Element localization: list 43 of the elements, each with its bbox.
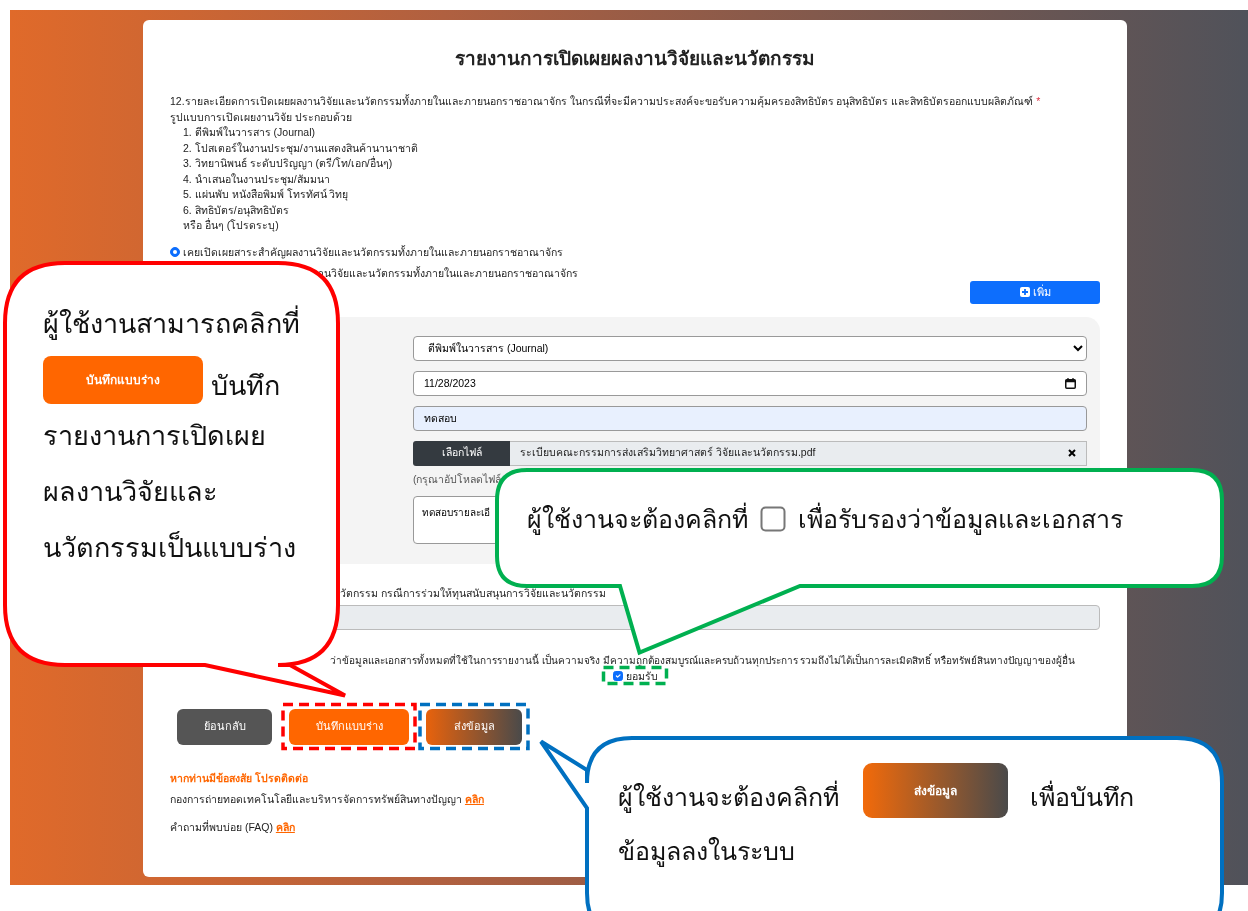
- required-mark: *: [1036, 95, 1041, 107]
- file-name: ระเบียบคณะกรรมการส่งเสริมวิทยาศาสตร์ วิจัยและนวัตกรรม.pdf: [520, 445, 816, 461]
- radio-button[interactable]: [170, 246, 180, 257]
- option-label: านวิจัยและนวัตกรรมทั้งภายในและภายนอกราชอาณาจักร: [318, 265, 579, 281]
- contact-text: กองการถ่ายทอดเทคโนโลยีและบริหารจัดการทรัพย์สินทางปัญญา: [170, 792, 462, 805]
- accept-label: ยอมรับ: [625, 669, 658, 682]
- contact-heading: หากท่านมีข้อสงสัย โปรดติดต่อ: [170, 770, 309, 785]
- calendar-icon[interactable]: [1065, 377, 1076, 389]
- format-item: 5. แผ่นพับ หนังสือพิมพ์ โทรทัศน์ วิทยุ: [182, 187, 350, 203]
- close-icon[interactable]: [1068, 449, 1076, 457]
- intro-text: รูปแบบการเปิดเผยงานวิจัย ประกอบด้วย: [170, 109, 353, 125]
- callout-text: เพื่อรับรองว่าข้อมูลและเอกสาร: [798, 500, 1123, 538]
- option-label: เคยเปิดเผยสาระสำคัญผลงานวิจัยและนวัตกรรมทั้งภายในและภายนอกราชอาณาจักร: [183, 244, 563, 260]
- format-item: หรือ อื่นๆ (โปรดระบุ): [182, 218, 280, 234]
- funding-label: วัตกรรม กรณีการร่วมให้ทุนสนับสนุนการวิจัยและนวัตกรรม: [340, 585, 607, 600]
- submit-button[interactable]: ส่งข้อมูล: [426, 708, 522, 745]
- callout-text: ข้อมูลลงในระบบ: [618, 836, 796, 869]
- format-item: 6. สิทธิบัตร/อนุสิทธิบัตร: [182, 202, 290, 218]
- checkbox-icon: [760, 506, 786, 532]
- add-button[interactable]: เพิ่ม: [970, 280, 1100, 304]
- plus-icon: [1019, 287, 1030, 297]
- help-text: (กรุณาอัปโหลดไฟล์: [413, 471, 503, 486]
- format-item: 1. ตีพิมพ์ในวารสาร (Journal): [182, 125, 317, 140]
- question-text: 12.รายละเอียดการเปิดเผยผลงานวิจัยและนวัตกรรมทั้งภายในและภายนอกราชอาณาจักร ในกรณีที่จะมีความประสงค์จะขอรับความคุ้มครองสิทธิบัตร อนุสิทธิบัตร และสิทธิบัตรออกแบบผลิตภัณฑ์: [170, 95, 1034, 107]
- title-field[interactable]: ทดสอบ: [413, 405, 1087, 431]
- callout-text: ผู้ใช้งานสามารถคลิกที่: [43, 296, 300, 352]
- highlight-frame: [601, 665, 669, 686]
- type-select[interactable]: ตีพิมพ์ในวารสาร (Journal): [413, 335, 1087, 361]
- callout-text: รายงานการเปิดเผยผลงานวิจัยและนวัตกรรมเป็นแบบร่าง: [43, 420, 297, 565]
- callout-text: ผู้ใช้งานจะต้องคลิกที่: [527, 500, 748, 538]
- callout-text: เพื่อบันทึก: [1030, 778, 1134, 816]
- declaration-text: ว่าข้อมูลและเอกสารทั้งหมดที่ใช้ในการรายงานนี้ เป็นความจริง มีความถูกต้องสมบูรณ์และครบถ้วนทุกประการ รวมถึงไม่ได้เป็นการละเมิดสิทธิ์ หรือทรัพย์สินทางปัญญาของผู้อื่น: [330, 653, 1077, 668]
- back-button[interactable]: ย้อนกลับ: [177, 708, 272, 745]
- accept-checkbox[interactable]: [612, 670, 623, 681]
- callout-text: ผู้ใช้งานจะต้องคลิกที่: [618, 778, 839, 816]
- format-item: 2. โปสเตอร์ในงานประชุม/งานแสดงสินค้านานาชาติ: [182, 140, 419, 156]
- contact-text: คำถามที่พบบ่อย (FAQ): [170, 820, 273, 833]
- date-field[interactable]: 11/28/2023: [413, 370, 1087, 396]
- page-title: รายงานการเปิดเผยผลงานวิจัยและนวัตกรรม: [454, 47, 816, 71]
- format-item: 3. วิทยานิพนธ์ ระดับปริญญา (ตรี/โท/เอก/อื่นๆ): [182, 156, 394, 172]
- callout-text: บันทึก: [211, 370, 280, 403]
- choose-file-button[interactable]: เลือกไฟล์: [413, 440, 510, 466]
- format-item: 4. นำเสนอในงานประชุม/สัมมนา: [182, 171, 331, 187]
